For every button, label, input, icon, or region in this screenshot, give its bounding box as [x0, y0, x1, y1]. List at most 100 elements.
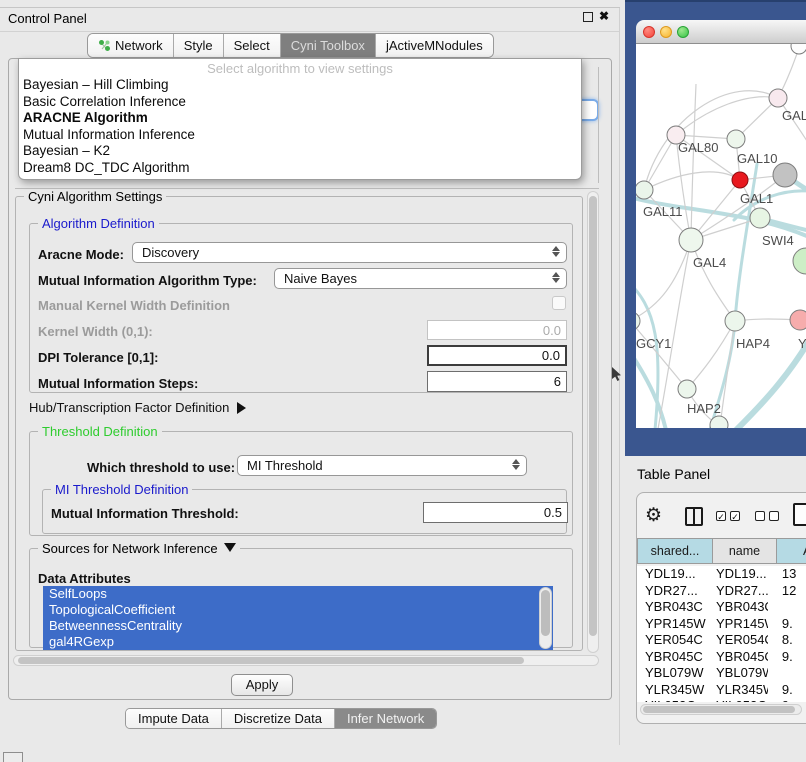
mi-steps-field[interactable]: 6	[427, 371, 567, 392]
table-cell: 9.	[768, 682, 806, 699]
network-node-gal4[interactable]	[679, 228, 703, 252]
dropdown-item[interactable]: Mutual Information Inference	[19, 127, 581, 144]
network-node-gal[interactable]	[769, 89, 787, 107]
table-cell: YDR27...	[708, 583, 768, 600]
attribute-list-item[interactable]: SelfLoops	[43, 586, 553, 602]
scrollbar-thumb[interactable]	[643, 706, 795, 713]
close-icon[interactable]: ✖	[599, 9, 609, 23]
table-cell: YIL052C	[708, 698, 768, 702]
network-node[interactable]	[773, 163, 797, 187]
table-row[interactable]: YDL19...YDL19...13	[637, 566, 806, 583]
aracne-mode-combo[interactable]: Discovery	[132, 242, 567, 263]
gear-icon[interactable]: ⚙	[645, 504, 662, 527]
aracne-mode-label: Aracne Mode:	[38, 247, 124, 262]
attribute-list-item[interactable]: gal4RGexp	[43, 634, 553, 650]
bottom-tab-discretize-data[interactable]: Discretize Data	[222, 709, 335, 728]
table-cell: YDL19...	[708, 566, 768, 583]
expanded-arrow-icon	[224, 543, 236, 552]
tab-jactivemnodules[interactable]: jActiveMNodules	[376, 34, 493, 57]
network-node-gcy1[interactable]	[636, 312, 640, 330]
network-node-hap2[interactable]	[678, 380, 696, 398]
settings-horizontal-scrollbar[interactable]	[13, 655, 599, 666]
manual-kernel-checkbox[interactable]	[552, 296, 566, 310]
dock-panel-button[interactable]	[3, 752, 23, 762]
scrollbar-thumb[interactable]	[18, 657, 524, 664]
network-node-y[interactable]	[790, 310, 806, 330]
control-panel-tabs: Network StyleSelectCyni ToolboxjActiveMNo…	[87, 33, 494, 58]
mi-threshold-field[interactable]: 0.5	[423, 502, 568, 523]
dropdown-item[interactable]: Bayesian – K2	[19, 143, 581, 160]
table-cell: YPR145W	[637, 616, 708, 633]
unchecked-checkbox-icon[interactable]	[769, 511, 779, 521]
tab-cyni-toolbox[interactable]: Cyni Toolbox	[281, 34, 376, 57]
document-icon[interactable]	[793, 503, 806, 526]
table-row[interactable]: YBL079WYBL079W	[637, 665, 806, 682]
table-horizontal-scrollbar[interactable]	[640, 704, 802, 715]
tab-network[interactable]: Network	[88, 34, 174, 57]
float-icon[interactable]	[583, 12, 593, 22]
which-threshold-combo[interactable]: MI Threshold	[237, 455, 527, 476]
table-row[interactable]: YBR043CYBR043C	[637, 599, 806, 616]
checked-checkbox-icon[interactable]: ✓	[730, 511, 740, 521]
network-node-swi4[interactable]	[750, 208, 770, 228]
network-node[interactable]	[793, 248, 806, 274]
attributes-list-scrollbar[interactable]	[539, 587, 552, 649]
apply-button[interactable]: Apply	[231, 674, 293, 696]
tab-label: Network	[115, 38, 163, 53]
dropdown-item[interactable]: Dream8 DC_TDC Algorithm	[19, 160, 581, 177]
algorithm-dropdown-items: Bayesian – Hill ClimbingBasic Correlatio…	[19, 77, 581, 176]
column-header-shared[interactable]: shared...	[637, 538, 713, 564]
table-row[interactable]: YPR145WYPR145W9.	[637, 616, 806, 633]
network-node-hap4[interactable]	[725, 311, 745, 331]
network-node[interactable]	[791, 44, 806, 54]
bottom-tab-impute-data[interactable]: Impute Data	[126, 709, 222, 728]
tab-select[interactable]: Select	[224, 34, 281, 57]
unchecked-checkbox-icon[interactable]	[755, 511, 765, 521]
kernel-width-field[interactable]: 0.0	[427, 320, 567, 340]
table-header-row: shared... name A	[637, 538, 806, 564]
settings-vertical-scrollbar[interactable]	[587, 191, 599, 653]
dpi-tolerance-label: DPI Tolerance [0,1]:	[38, 350, 158, 365]
mi-threshold-group: MI Threshold Definition Mutual Informati…	[42, 489, 567, 534]
algorithm-dropdown-popup: Select algorithm to view settings Bayesi…	[18, 58, 582, 180]
table-row[interactable]: YBR045CYBR045C9.	[637, 649, 806, 666]
dpi-tolerance-field[interactable]: 0.0	[427, 345, 567, 366]
dropdown-item[interactable]: Basic Correlation Inference	[19, 94, 581, 111]
scrollbar-thumb[interactable]	[541, 590, 550, 636]
node-label: GCY1	[636, 336, 671, 351]
table-row[interactable]: YDR27...YDR27...12	[637, 583, 806, 600]
manual-kernel-label: Manual Kernel Width Definition	[38, 298, 230, 313]
hub-definition-expander[interactable]: Hub/Transcription Factor Definition	[29, 400, 246, 415]
column-header-name[interactable]: name	[713, 538, 777, 564]
network-node-gal1[interactable]	[732, 172, 748, 188]
zoom-light[interactable]	[677, 26, 689, 38]
table-cell: YDL19...	[637, 566, 708, 583]
table-rows[interactable]: YDL19...YDL19...13YDR27...YDR27...12YBR0…	[637, 566, 806, 702]
table-cell: YLR345W	[637, 682, 708, 699]
columns-icon[interactable]	[685, 507, 703, 526]
attribute-list-item[interactable]: TopologicalCoefficient	[43, 602, 553, 618]
dropdown-item[interactable]: Bayesian – Hill Climbing	[19, 77, 581, 94]
minimize-light[interactable]	[660, 26, 672, 38]
checked-checkbox-icon[interactable]: ✓	[716, 511, 726, 521]
table-row[interactable]: YIL052CYIL052C9	[637, 698, 806, 702]
attribute-list-item[interactable]: BetweennessCentrality	[43, 618, 553, 634]
network-canvas[interactable]: GALGAL80GAL10GAL1SWI4GAL11GAL4GCY1HAP4YH…	[636, 44, 806, 428]
table-row[interactable]: YER054CYER054C8.	[637, 632, 806, 649]
network-node-gal10[interactable]	[727, 130, 745, 148]
scrollbar-thumb[interactable]	[589, 196, 597, 636]
table-row[interactable]: YLR345WYLR345W9.	[637, 682, 806, 699]
network-window-titlebar[interactable]	[636, 20, 806, 44]
table-cell: YBR045C	[708, 649, 768, 666]
close-light[interactable]	[643, 26, 655, 38]
network-icon	[98, 39, 111, 52]
control-panel-bottom-tabs: Impute DataDiscretize DataInfer Network	[125, 708, 437, 729]
network-node-gal11[interactable]	[636, 181, 653, 199]
network-graph: GALGAL80GAL10GAL1SWI4GAL11GAL4GCY1HAP4YH…	[636, 44, 806, 428]
mi-type-combo[interactable]: Naive Bayes	[274, 268, 567, 289]
dropdown-item[interactable]: ARACNE Algorithm	[19, 110, 581, 127]
column-header-partial[interactable]: A	[777, 538, 806, 564]
tab-style[interactable]: Style	[174, 34, 224, 57]
bottom-tab-infer-network[interactable]: Infer Network	[335, 709, 436, 728]
data-attributes-list[interactable]: SelfLoopsTopologicalCoefficientBetweenne…	[43, 586, 553, 650]
